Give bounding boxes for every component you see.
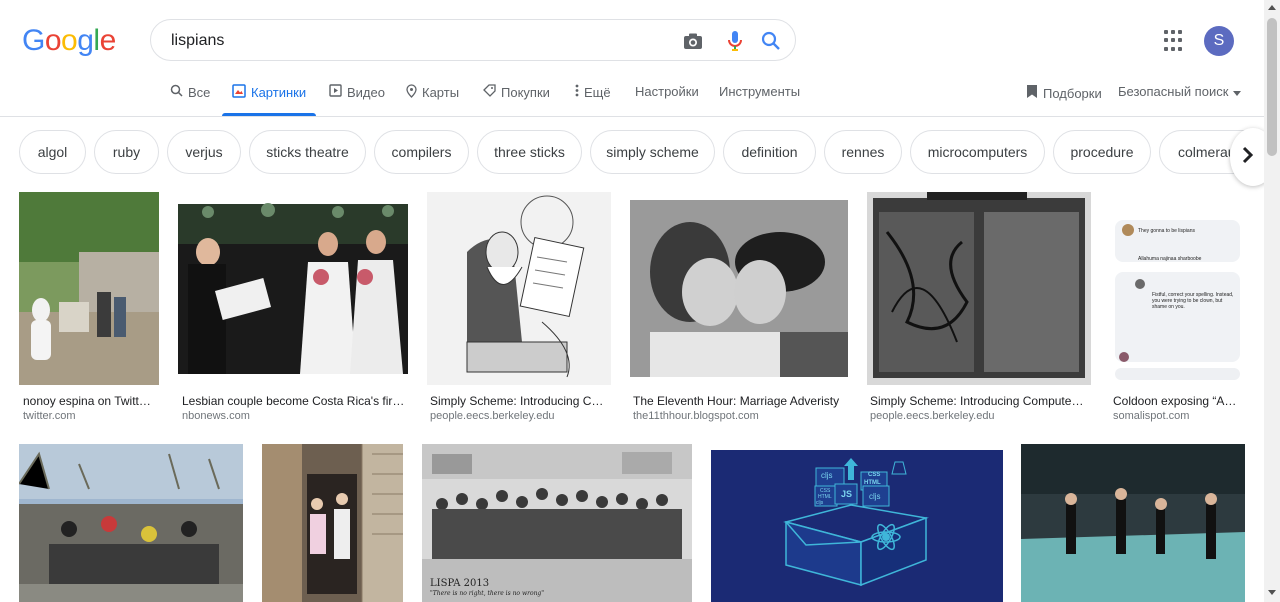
result-source: somalispot.com	[1113, 410, 1190, 422]
tab-all[interactable]: Все	[170, 84, 210, 100]
tab-label: Все	[188, 84, 211, 100]
chevron-right-icon	[1242, 146, 1254, 169]
chip-ruby[interactable]: ruby	[94, 130, 159, 174]
search-icon[interactable]	[759, 29, 783, 53]
chip-compilers[interactable]: compilers	[374, 130, 469, 174]
chip-three-sticks[interactable]: three sticks	[477, 130, 582, 174]
map-pin-icon	[406, 84, 417, 101]
tab-label: Покупки	[501, 84, 550, 100]
fb-comment-text: They gonna to be lispians	[1138, 228, 1195, 234]
result-source: people.eecs.berkeley.edu	[430, 410, 555, 422]
fb-comment-text: Fistful, correct your spelling. Instead,…	[1152, 292, 1234, 310]
search-tabs: Все Картинки Видео Карты Покупки Ещё Нас…	[0, 76, 1264, 116]
icon-label: JS	[841, 489, 853, 499]
search-icon	[170, 84, 183, 100]
related-chips: algol ruby verjus sticks theatre compile…	[0, 130, 1264, 176]
icon-label: cljs	[821, 471, 833, 480]
tab-images[interactable]: Картинки	[222, 84, 317, 116]
result-image[interactable]	[178, 192, 408, 385]
tab-label: Карты	[422, 85, 460, 100]
chip-algol[interactable]: algol	[19, 130, 86, 174]
more-vert-icon	[575, 84, 579, 100]
page-scrollbar[interactable]	[1264, 0, 1280, 602]
chip-microcomputers[interactable]: microcomputers	[910, 130, 1045, 174]
result-caption[interactable]: Coldoon exposing “Ab…	[1113, 394, 1241, 408]
result-caption[interactable]: Simply Scheme: Introducing Computer …	[870, 394, 1086, 408]
tab-label: Инструменты	[719, 84, 801, 99]
result-image[interactable]	[262, 444, 403, 602]
video-icon	[329, 84, 342, 100]
image-icon	[232, 84, 246, 101]
icon-label: cljs	[816, 500, 824, 506]
scrollbar-thumb[interactable]	[1267, 18, 1277, 156]
chip-simply-scheme[interactable]: simply scheme	[590, 130, 715, 174]
scroll-down-arrow-icon[interactable]	[1268, 590, 1276, 595]
tab-label: Настройки	[635, 84, 699, 99]
result-image[interactable]	[19, 444, 243, 602]
camera-icon[interactable]	[681, 29, 705, 53]
safe-search-dropdown[interactable]: Безопасный поиск	[1118, 84, 1242, 99]
result-image[interactable]	[630, 192, 848, 385]
result-source: nbonews.com	[182, 410, 250, 422]
google-logo[interactable]: Google	[22, 24, 116, 58]
tab-label: Ещё	[584, 84, 611, 100]
collections-label: Подборки	[1043, 85, 1102, 101]
icon-label: HTML	[864, 480, 881, 486]
chip-procedure[interactable]: procedure	[1053, 130, 1151, 174]
tab-more[interactable]: Ещё	[575, 84, 611, 100]
header: Google S Все Картинки Видео	[0, 0, 1264, 117]
result-source: people.eecs.berkeley.edu	[870, 410, 995, 422]
fb-comment-text: Allahuma najinaa sharboobe	[1138, 256, 1202, 262]
search-input[interactable]	[169, 20, 673, 62]
result-caption[interactable]: The Eleventh Hour: Marriage Adveristy	[633, 394, 845, 408]
icon-label: cljs	[869, 492, 881, 501]
tab-shopping[interactable]: Покупки	[483, 84, 550, 100]
result-image[interactable]	[19, 192, 159, 385]
icon-label: CSS	[868, 472, 881, 478]
active-tab-indicator	[222, 113, 317, 116]
search-box	[150, 19, 796, 62]
result-caption[interactable]: Simply Scheme: Introducing Co…	[430, 394, 608, 408]
result-source: the11thhour.blogspot.com	[633, 410, 759, 422]
result-image[interactable]: LISPA 2013 "There is no right, there is …	[422, 444, 692, 602]
chip-rennes[interactable]: rennes	[824, 130, 902, 174]
chip-definition[interactable]: definition	[723, 130, 816, 174]
result-image[interactable]	[867, 192, 1091, 385]
chip-verjus[interactable]: verjus	[167, 130, 241, 174]
result-image[interactable]	[427, 192, 611, 385]
tab-tools[interactable]: Инструменты	[719, 84, 800, 99]
tab-settings[interactable]: Настройки	[635, 84, 699, 99]
tab-label: Видео	[347, 84, 385, 100]
caret-down-icon	[1233, 84, 1242, 99]
avatar[interactable]: S	[1204, 26, 1234, 56]
image-caption-text: "There is no right, there is no wrong"	[430, 590, 545, 597]
result-caption[interactable]: nonoy espina on Twitte…	[23, 394, 157, 408]
result-image[interactable]	[1021, 444, 1245, 602]
image-caption-text: LISPA 2013	[430, 578, 490, 589]
result-caption[interactable]: Lesbian couple become Costa Rica's first…	[182, 394, 406, 408]
tab-maps[interactable]: Карты	[406, 84, 459, 101]
result-image[interactable]: cljs CSS HTML JS cljs CSS HTML cljs	[711, 450, 1003, 602]
tab-label: Картинки	[251, 85, 307, 100]
safe-search-label: Безопасный поиск	[1118, 84, 1229, 99]
apps-grid-icon[interactable]	[1164, 30, 1186, 52]
chip-sticks-theatre[interactable]: sticks theatre	[249, 130, 366, 174]
scroll-up-arrow-icon[interactable]	[1268, 5, 1276, 10]
tab-video[interactable]: Видео	[329, 84, 385, 100]
collections-link[interactable]: Подборки	[1026, 84, 1102, 102]
bookmark-icon	[1026, 84, 1038, 102]
result-image[interactable]: They gonna to be lispians Allahuma najin…	[1110, 192, 1245, 385]
microphone-icon[interactable]	[723, 29, 747, 53]
result-source: twitter.com	[23, 410, 76, 422]
tag-icon	[483, 84, 496, 100]
